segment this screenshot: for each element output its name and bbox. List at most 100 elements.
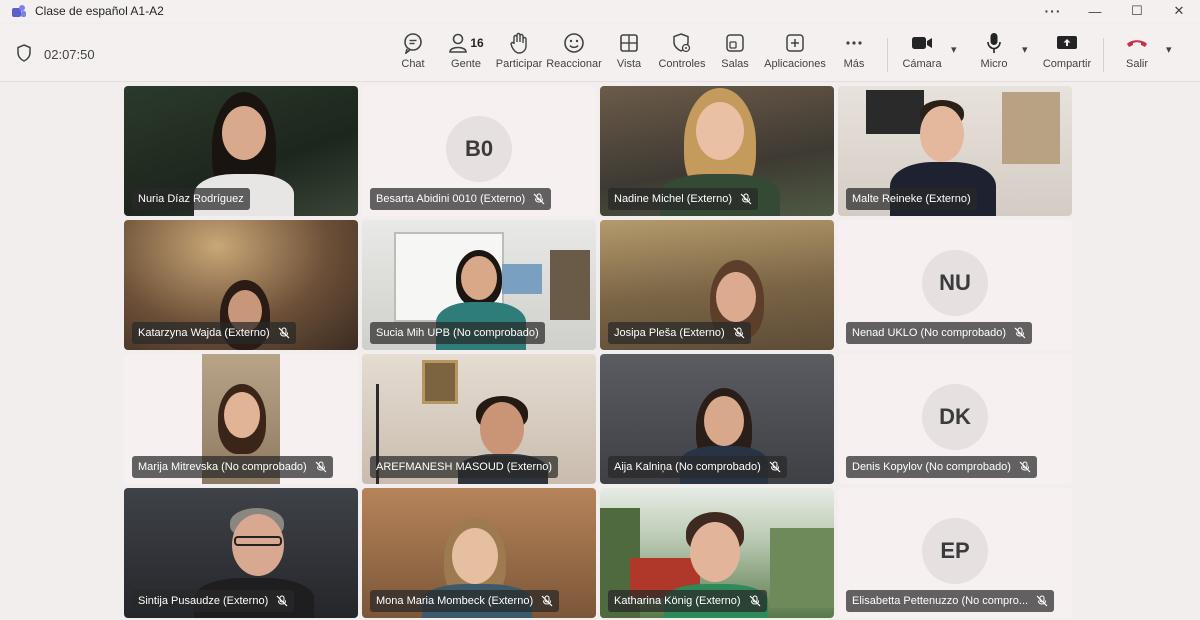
participant-tile[interactable]: NU Nenad UKLO (No comprobado) — [838, 220, 1072, 350]
raise-hand-icon — [510, 32, 527, 54]
participant-name-tag: AREFMANESH MASOUD (Externo) — [370, 456, 559, 478]
shield-gear-icon — [673, 33, 691, 53]
chat-button[interactable]: Chat — [398, 30, 428, 78]
breakout-rooms-icon — [726, 34, 744, 52]
participant-tile[interactable]: B0 Besarta Abidini 0010 (Externo) — [362, 86, 596, 216]
participant-tile[interactable]: Sucia Mih UPB (No comprobado) — [362, 220, 596, 350]
participant-name-tag: Nuria Díaz Rodríguez — [132, 188, 250, 210]
more-button[interactable]: Más — [840, 30, 868, 78]
raise-hand-button[interactable]: Participar — [496, 30, 542, 78]
window-controls: ··· — ☐ ✕ — [1032, 0, 1200, 22]
participant-avatar: EP — [922, 518, 988, 584]
participant-name-tag: Aija Kalniņa (No comprobado) — [608, 456, 787, 478]
view-label: Vista — [616, 58, 642, 70]
camera-button[interactable]: Cámara — [902, 30, 942, 78]
grid-view-icon — [620, 34, 638, 52]
mic-muted-icon — [315, 461, 327, 473]
mic-muted-icon — [769, 461, 781, 473]
participant-tile[interactable]: DK Denis Kopylov (No comprobado) — [838, 354, 1072, 484]
leave-options-chevron-icon[interactable]: ▾ — [1166, 43, 1172, 56]
more-label: Más — [843, 58, 865, 70]
participant-tile[interactable]: Sintija Pusaudze (Externo) — [124, 488, 358, 618]
participant-tile[interactable]: Marija Mitrevska (No comprobado) — [124, 354, 358, 484]
participant-name-tag: Denis Kopylov (No comprobado) — [846, 456, 1037, 478]
maximize-button[interactable]: ☐ — [1116, 0, 1158, 22]
participant-name-tag: Josipa Pleša (Externo) — [608, 322, 751, 344]
smile-icon — [564, 33, 584, 53]
participant-tile[interactable]: Katarzyna Wajda (Externo) — [124, 220, 358, 350]
mic-muted-icon — [740, 193, 752, 205]
meeting-toolbar: 02:07:50 Chat 16 Gente Participar Reacci… — [0, 24, 1200, 82]
raise-hand-label: Participar — [495, 58, 543, 70]
participant-tile[interactable]: EP Elisabetta Pettenuzzo (No compro... — [838, 488, 1072, 618]
mic-button[interactable]: Micro — [978, 30, 1010, 78]
window-more-button[interactable]: ··· — [1032, 0, 1074, 22]
mic-label: Micro — [980, 58, 1008, 70]
participant-tile[interactable]: Aija Kalniņa (No comprobado) — [600, 354, 834, 484]
mic-muted-icon — [276, 595, 288, 607]
participant-name-tag: Malte Reineke (Externo) — [846, 188, 977, 210]
share-label: Compartir — [1042, 58, 1092, 70]
participant-name-tag: Mona Maria Mombeck (Externo) — [370, 590, 560, 612]
participant-name-tag: Katarzyna Wajda (Externo) — [132, 322, 296, 344]
participant-tile[interactable]: Mona Maria Mombeck (Externo) — [362, 488, 596, 618]
share-screen-icon — [1057, 36, 1077, 49]
participant-tile[interactable]: Josipa Pleša (Externo) — [600, 220, 834, 350]
leave-label: Salir — [1125, 58, 1148, 70]
controls-label: Controles — [658, 58, 706, 70]
microphone-icon — [987, 33, 1001, 53]
more-dots-icon — [846, 41, 862, 45]
hang-up-phone-icon — [1127, 40, 1147, 47]
share-button[interactable]: Compartir — [1042, 30, 1092, 78]
participant-tile[interactable]: Nadine Michel (Externo) — [600, 86, 834, 216]
shield-icon — [17, 44, 31, 62]
mic-muted-icon — [1014, 327, 1026, 339]
toolbar-divider — [887, 38, 888, 72]
people-label: Gente — [451, 58, 481, 70]
participant-name-tag: Sintija Pusaudze (Externo) — [132, 590, 295, 612]
mic-muted-icon — [1036, 595, 1048, 607]
participant-video — [422, 360, 458, 404]
camera-label: Cámara — [902, 58, 942, 70]
window-title: Clase de español A1-A2 — [35, 4, 164, 18]
participant-name-tag: Katharina König (Externo) — [608, 590, 767, 612]
leave-button[interactable]: Salir — [1120, 30, 1154, 78]
view-button[interactable]: Vista — [614, 30, 644, 78]
mic-options-chevron-icon[interactable]: ▾ — [1022, 43, 1028, 56]
title-bar: Clase de español A1-A2 ··· — ☐ ✕ — [0, 0, 1200, 22]
participant-name-tag: Nenad UKLO (No comprobado) — [846, 322, 1033, 344]
rooms-button[interactable]: Salas — [720, 30, 750, 78]
video-grid: Nuria Díaz Rodríguez B0 Besarta Abidini … — [124, 86, 1074, 618]
controls-button[interactable]: Controles — [658, 30, 706, 78]
add-apps-icon — [786, 34, 804, 52]
participant-tile[interactable]: Malte Reineke (Externo) — [838, 86, 1072, 216]
mic-muted-icon — [733, 327, 745, 339]
participant-name-tag: Nadine Michel (Externo) — [608, 188, 758, 210]
mic-muted-icon — [749, 595, 761, 607]
chat-icon — [404, 33, 422, 54]
mic-muted-icon — [533, 193, 545, 205]
people-icon — [449, 33, 468, 53]
close-window-button[interactable]: ✕ — [1158, 0, 1200, 22]
meeting-timer: 02:07:50 — [44, 47, 95, 62]
camera-options-chevron-icon[interactable]: ▾ — [951, 43, 957, 56]
participant-avatar: DK — [922, 384, 988, 450]
toolbar-divider — [1103, 38, 1104, 72]
people-button[interactable]: 16 Gente — [446, 30, 486, 78]
mic-muted-icon — [278, 327, 290, 339]
participant-tile[interactable]: AREFMANESH MASOUD (Externo) — [362, 354, 596, 484]
participant-name-tag: Elisabetta Pettenuzzo (No compro... — [846, 590, 1055, 612]
rooms-label: Salas — [721, 58, 749, 70]
minimize-button[interactable]: — — [1074, 0, 1116, 22]
participant-tile[interactable]: Nuria Díaz Rodríguez — [124, 86, 358, 216]
apps-label: Aplicaciones — [764, 58, 826, 70]
react-button[interactable]: Reaccionar — [546, 30, 602, 78]
react-label: Reaccionar — [546, 58, 602, 70]
participant-name-tag: Sucia Mih UPB (No comprobado) — [370, 322, 545, 344]
participant-tile[interactable]: Katharina König (Externo) — [600, 488, 834, 618]
teams-logo-icon — [12, 4, 26, 18]
mic-muted-icon — [1019, 461, 1031, 473]
apps-button[interactable]: Aplicaciones — [764, 30, 826, 78]
camera-icon — [912, 37, 932, 49]
people-count: 16 — [470, 36, 484, 50]
